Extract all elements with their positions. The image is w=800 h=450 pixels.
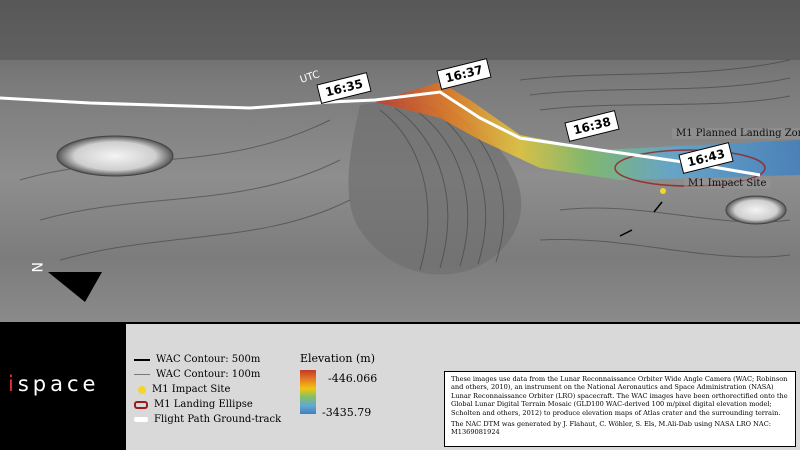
legend-contour-100-label: WAC Contour: 100m [156, 369, 261, 380]
logo-prefix: i [8, 372, 18, 396]
elevation-max: -446.066 [328, 372, 378, 385]
legend-flight-path-label: Flight Path Ground-track [154, 414, 282, 425]
elevation-min: -3435.79 [322, 406, 372, 419]
elevation-title: Elevation (m) [300, 352, 375, 365]
legend-contour-500: WAC Contour: 500m [134, 354, 260, 365]
legend-impact-site-label: M1 Impact Site [152, 384, 231, 395]
ispace-logo: ispace [8, 372, 99, 396]
legend-flight-path: Flight Path Ground-track [134, 414, 281, 425]
logo-suffix: space [17, 372, 100, 396]
planned-zone-label: M1 Planned Landing Zone [672, 128, 800, 139]
thick-line-icon [134, 358, 150, 361]
credits-box: These images use data from the Lunar Rec… [444, 371, 796, 447]
svg-text:N: N [28, 262, 44, 272]
legend-contour-500-label: WAC Contour: 500m [156, 354, 261, 365]
elevation-color-bar [300, 370, 316, 414]
credits-paragraph-2: The NAC DTM was generated by J. Flahaut,… [451, 420, 771, 437]
legend-contour-100: WAC Contour: 100m [134, 369, 260, 380]
terrain-map: N UTC 16:35 16:37 16:38 16:43 M1 Planned… [0, 0, 800, 322]
impact-dot-icon [138, 385, 146, 394]
legend-box: WAC Contour: 500m WAC Contour: 100m M1 I… [126, 324, 800, 450]
legend-landing-ellipse-label: M1 Landing Ellipse [154, 399, 253, 410]
legend-landing-ellipse: M1 Landing Ellipse [134, 399, 253, 410]
path-line-icon [134, 417, 148, 422]
credits-paragraph-1: These images use data from the Lunar Rec… [451, 375, 788, 417]
impact-site-label: M1 Impact Site [684, 178, 771, 189]
legend-impact-site: M1 Impact Site [134, 384, 230, 395]
ellipse-icon [134, 400, 148, 409]
thin-line-icon [134, 374, 150, 375]
